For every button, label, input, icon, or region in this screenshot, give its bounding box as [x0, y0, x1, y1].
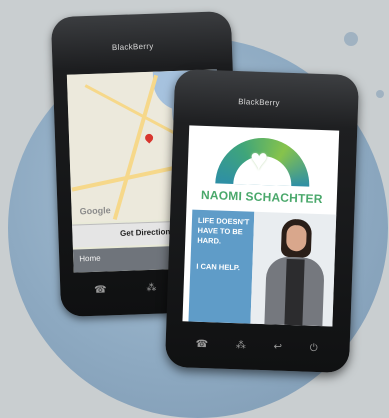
ad-title: NAOMI SCHACHTER: [200, 187, 323, 207]
portrait-face: [285, 224, 307, 252]
cta-text[interactable]: I CAN HELP.: [196, 262, 240, 273]
phone-keys: ☎ ⁂ ↩ ⏻: [181, 331, 332, 360]
decorative-dot: [344, 32, 358, 46]
menu-key-icon[interactable]: ⁂: [146, 282, 156, 293]
call-key-icon[interactable]: ☎: [195, 338, 208, 349]
tagline-text: LIFE DOESN'T HAVE TO BE HARD.: [197, 215, 250, 246]
heart-icon: ♥: [249, 143, 269, 178]
location-pin-icon[interactable]: [143, 132, 155, 144]
ad-screen: ♥ NAOMI SCHACHTER LIFE DOESN'T HAVE TO B…: [182, 125, 340, 327]
home-label: Home: [79, 253, 101, 264]
decorative-dot: [376, 90, 384, 98]
blackberry-phone-front: BlackBerry ♥ NAOMI SCHACHTER LIFE DOESN'…: [164, 68, 360, 374]
call-key-icon[interactable]: ☎: [94, 284, 107, 295]
google-watermark: Google: [79, 205, 111, 217]
back-key-icon[interactable]: ↩: [273, 341, 282, 352]
end-key-icon[interactable]: ⏻: [310, 342, 318, 353]
brand-logo: BlackBerry: [111, 41, 154, 53]
brand-logo: BlackBerry: [237, 97, 280, 108]
portrait-top: [284, 258, 305, 326]
menu-key-icon[interactable]: ⁂: [236, 340, 246, 351]
